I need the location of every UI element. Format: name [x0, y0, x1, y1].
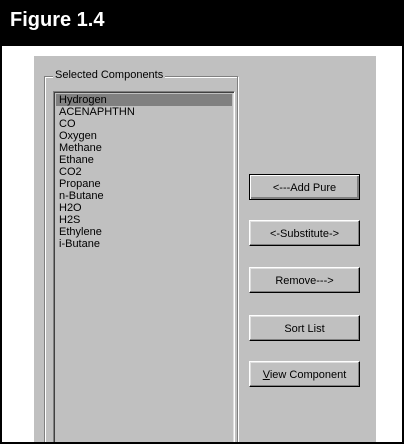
component-list-item[interactable]: H2O — [56, 202, 232, 214]
figure-title: Figure 1.4 — [10, 9, 105, 31]
sort-list-button[interactable]: Sort List — [249, 315, 360, 341]
substitute-button[interactable]: <-Substitute-> — [249, 220, 360, 246]
figure-header: Figure 1.4 — [0, 0, 404, 46]
component-list-item[interactable]: Ethane — [56, 154, 232, 166]
component-list-item[interactable]: Oxygen — [56, 130, 232, 142]
component-list-item[interactable]: CO — [56, 118, 232, 130]
component-dialog: Selected Components Hydrogen ACENAPHTHN CO… — [34, 56, 376, 442]
component-list-item[interactable]: Propane — [56, 178, 232, 190]
component-list-item[interactable]: ACENAPHTHN — [56, 106, 232, 118]
component-list-item[interactable]: Hydrogen — [56, 94, 232, 106]
remove-button[interactable]: Remove---> — [249, 267, 360, 293]
selected-components-label: Selected Components — [53, 69, 166, 81]
component-list-item[interactable]: H2S — [56, 214, 232, 226]
selected-components-group: Selected Components Hydrogen ACENAPHTHN CO… — [44, 69, 238, 442]
component-list-item[interactable]: i-Butane — [56, 238, 232, 250]
component-list-item[interactable]: Methane — [56, 142, 232, 154]
components-list: Hydrogen ACENAPHTHN CO Oxygen Methane Ethane C… — [56, 94, 232, 250]
component-list-item[interactable]: Ethylene — [56, 226, 232, 238]
view-component-button[interactable]: View Component — [249, 361, 360, 387]
add-pure-button[interactable]: <---Add Pure — [249, 174, 360, 200]
component-list-item[interactable]: CO2 — [56, 166, 232, 178]
component-list-item[interactable]: n-Butane — [56, 190, 232, 202]
components-listbox[interactable]: Hydrogen ACENAPHTHN CO Oxygen Methane Ethane C… — [53, 91, 235, 442]
